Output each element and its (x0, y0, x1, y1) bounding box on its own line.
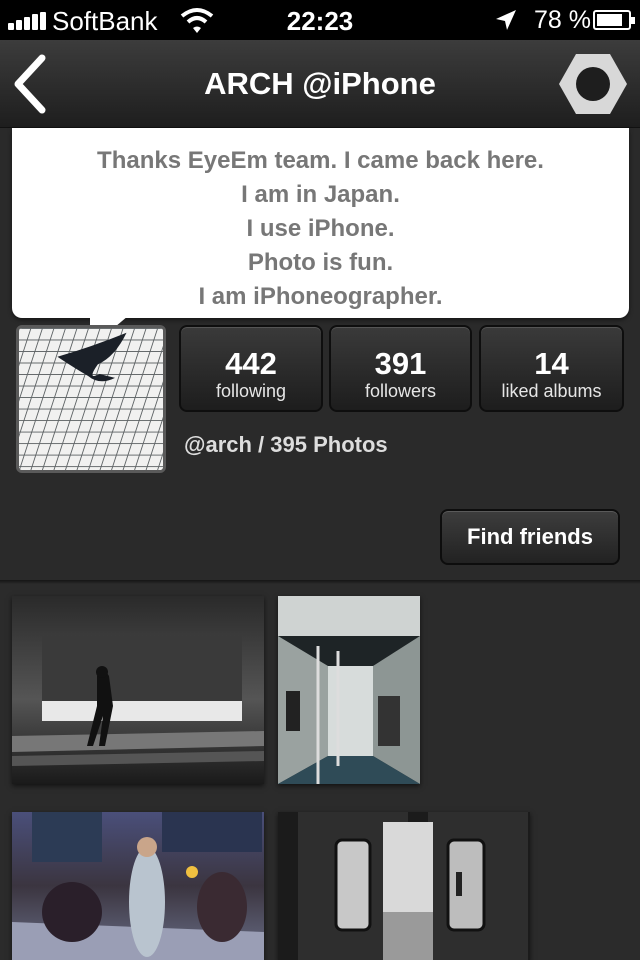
followers-count-button[interactable]: 391 followers (329, 325, 472, 412)
bio-bubble: Thanks EyeEm team. I came back here. I a… (12, 128, 629, 318)
liked-albums-button[interactable]: 14 liked albums (479, 325, 624, 412)
following-count: 442 (225, 346, 277, 381)
following-count-button[interactable]: 442 following (179, 325, 323, 412)
bio-line: Thanks EyeEm team. I came back here. (97, 147, 544, 174)
page-title: ARCH @iPhone (204, 66, 436, 101)
bio-text: Thanks EyeEm team. I came back here. I a… (12, 128, 629, 314)
status-bar: SoftBank 22:23 78 % (0, 0, 640, 40)
followers-count: 391 (374, 346, 427, 381)
photo-grid (0, 584, 640, 960)
bio-line: I am iPhoneographer. (198, 283, 443, 310)
photo-thumbnail[interactable] (12, 812, 264, 960)
liked-albums-count: 14 (534, 346, 569, 381)
settings-button[interactable] (558, 52, 628, 116)
bio-line: Photo is fun. (247, 249, 394, 276)
user-handle-photos: @arch / 395 Photos (184, 432, 388, 457)
location-icon (496, 10, 516, 30)
nav-bar: ARCH @iPhone (0, 40, 640, 128)
following-label: following (215, 381, 287, 401)
liked-albums-label: liked albums (501, 381, 602, 401)
photo-thumbnail[interactable] (12, 596, 264, 784)
battery-percent: 78 % (534, 6, 591, 34)
photo-thumbnail[interactable] (278, 812, 530, 960)
bio-line: I use iPhone. (246, 215, 395, 242)
bio-line: I am in Japan. (241, 181, 400, 208)
photo-thumbnail[interactable] (278, 596, 420, 784)
avatar[interactable] (16, 325, 166, 473)
followers-label: followers (364, 381, 437, 401)
battery-icon (593, 10, 635, 30)
find-friends-button[interactable]: Find friends (440, 509, 620, 565)
